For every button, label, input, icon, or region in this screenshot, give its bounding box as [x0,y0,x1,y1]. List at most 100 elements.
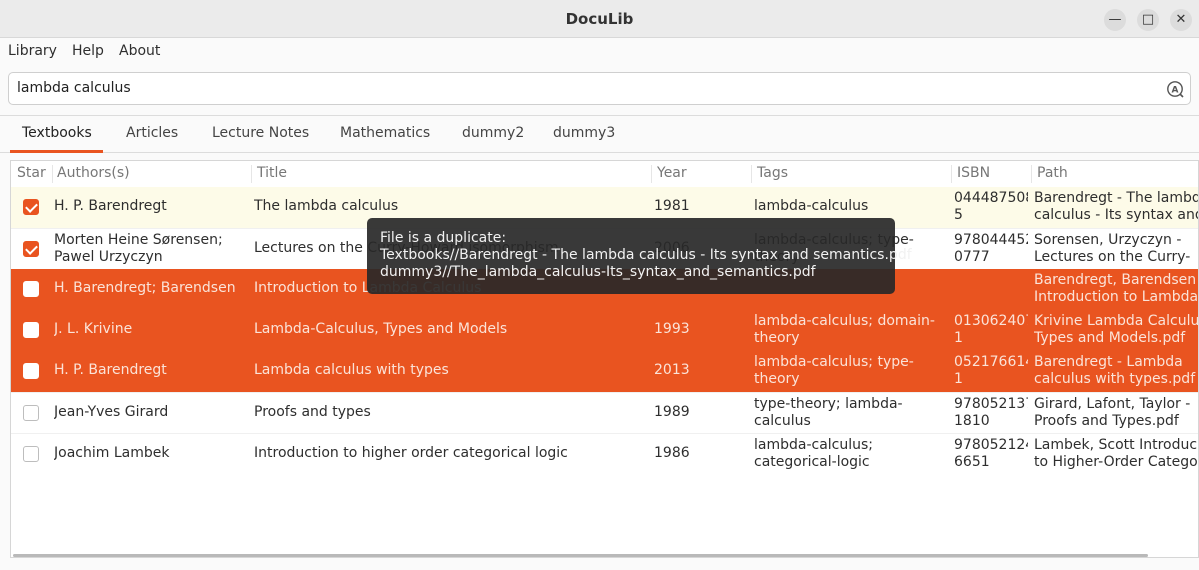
cell-authors-line: Morten Heine Sørensen; [54,232,223,248]
column-divider[interactable] [751,165,752,183]
cell-path-line: Lambek, Scott Introduc [1034,437,1198,453]
star-checkbox[interactable] [23,446,39,462]
cell-path: Sorensen, Urzyczyn - Lectures on the Curr… [1034,232,1198,266]
tab-articles[interactable]: Articles [126,125,178,141]
column-divider[interactable] [251,165,252,183]
cell-path-line: to Higher-Order Catego [1034,454,1198,470]
column-header-year[interactable]: Year [657,165,687,181]
cell-authors-line: Joachim Lambek [54,445,170,461]
cell-path-line: Barendregt, Barendsen [1034,272,1197,288]
cell-path: Lambek, Scott Introduc to Higher-Order Ca… [1034,437,1198,471]
cell-path-line: Sorensen, Urzyczyn - [1034,232,1182,248]
cell-year-line: 1993 [654,321,690,337]
horizontal-scrollbar[interactable] [13,554,1148,557]
table-row[interactable]: J. L. Krivine Lambda-Calculus, Types and … [11,310,1198,351]
column-header-isbn[interactable]: ISBN [957,165,990,181]
title-bar: DocuLib — □ ✕ [0,0,1199,38]
search-box: A [8,72,1191,105]
cell-path-line: Introduction to Lambda [1034,289,1199,305]
cell-authors: Morten Heine Sørensen; Pawel Urzyczyn [54,232,246,266]
cell-title-line: The lambda calculus [254,198,399,214]
cell-title: The lambda calculus [254,198,646,215]
window-title: DocuLib [565,10,634,28]
search-input[interactable] [17,80,1147,96]
column-header-path[interactable]: Path [1037,165,1068,181]
table-header: Star Authors(s) Title Year Tags ISBN Pat… [11,161,1198,188]
svg-text:A: A [1172,86,1179,96]
cell-isbn-line: 978044452 [954,232,1028,248]
cell-tags-line: lambda-calculus; domain- [754,313,935,329]
maximize-button[interactable]: □ [1137,9,1159,31]
cell-path-line: Types and Models.pdf [1034,330,1186,346]
cell-authors-line: H. P. Barendregt [54,198,167,214]
star-checkbox[interactable] [23,405,39,421]
cell-authors: H. P. Barendregt [54,198,246,215]
cell-isbn-line: 5 [954,207,963,223]
table-row[interactable]: H. P. Barendregt Lambda calculus with typ… [11,351,1198,392]
cell-title-line: Lambda calculus with types [254,362,449,378]
table-row[interactable]: Jean-Yves Girard Proofs and types 1989 type… [11,392,1198,433]
cell-path-line: calculus - Its syntax and [1034,207,1199,223]
cell-tags-line: type-theory; lambda- [754,396,903,412]
cell-tags: type-theory; lambda-calculus [754,396,946,430]
star-checkbox[interactable] [23,199,39,215]
star-checkbox[interactable] [23,363,39,379]
cell-isbn-line: 013062407 [954,313,1028,329]
column-divider[interactable] [651,165,652,183]
cell-year: 1989 [654,404,746,421]
star-checkbox[interactable] [23,241,39,257]
cell-tags-line: lambda-calculus; [754,437,874,453]
tab-mathematics[interactable]: Mathematics [340,125,430,141]
search-icon[interactable]: A [1166,80,1184,98]
cell-tags-line: calculus [754,413,811,429]
minimize-button[interactable]: — [1104,9,1126,31]
menu-library[interactable]: Library [8,43,57,59]
cell-year: 1993 [654,321,746,338]
column-divider[interactable] [1031,165,1032,183]
cell-authors-line: Pawel Urzyczyn [54,249,163,265]
cell-year: 1986 [654,445,746,462]
cell-isbn-line: 978052137 [954,396,1028,412]
close-button[interactable]: ✕ [1170,9,1192,31]
cell-path-line: Barendregt - The lambd [1034,190,1199,206]
column-divider[interactable] [951,165,952,183]
cell-authors: J. L. Krivine [54,321,246,338]
maximize-icon: □ [1141,12,1155,27]
tab-dummy3[interactable]: dummy3 [553,125,615,141]
tooltip-line: Textbooks//Barendregt - The lambda calcu… [380,247,912,263]
column-header-authors[interactable]: Authors(s) [57,165,130,181]
cell-isbn-line: 052176614 [954,354,1028,370]
cell-path-line: Proofs and Types.pdf [1034,413,1179,429]
cell-path: Krivine Lambda Calculu Types and Models.p… [1034,313,1198,347]
cell-authors: Jean-Yves Girard [54,404,246,421]
cell-year-line: 1981 [654,198,690,214]
tab-dummy2[interactable]: dummy2 [462,125,524,141]
cell-title: Lambda-Calculus, Types and Models [254,321,646,338]
cell-authors-line: J. L. Krivine [54,321,133,337]
cell-title: Introduction to higher order categorical… [254,445,646,462]
tooltip-line: dummy3//The_lambda_calculus-Its_syntax_a… [380,264,816,280]
table-row[interactable]: Joachim Lambek Introduction to higher ord… [11,433,1198,474]
menu-help[interactable]: Help [72,43,104,59]
cell-tags-line: categorical-logic [754,454,870,470]
menu-bar: Library Help About [0,38,1199,64]
cell-tags: lambda-calculus; domain-theory [754,313,946,347]
cell-year: 1981 [654,198,746,215]
column-header-star[interactable]: Star [17,165,46,181]
cell-year-line: 2013 [654,362,690,378]
cell-authors-line: Jean-Yves Girard [54,404,169,420]
menu-about[interactable]: About [119,43,160,59]
tab-lecture-notes[interactable]: Lecture Notes [212,125,309,141]
star-checkbox[interactable] [23,322,39,338]
cell-tags: lambda-calculus; categorical-logic [754,437,946,471]
cell-authors-line: H. P. Barendregt [54,362,167,378]
tab-textbooks[interactable]: Textbooks [22,125,92,141]
column-header-title[interactable]: Title [257,165,287,181]
star-checkbox[interactable] [23,281,39,297]
cell-authors-line: H. Barendregt; Barendsen [54,280,236,296]
cell-isbn-line: 0777 [954,249,990,265]
column-header-tags[interactable]: Tags [757,165,788,181]
cell-year-line: 1986 [654,445,690,461]
column-divider[interactable] [52,165,53,183]
cell-tags: lambda-calculus; type-theory [754,354,946,388]
